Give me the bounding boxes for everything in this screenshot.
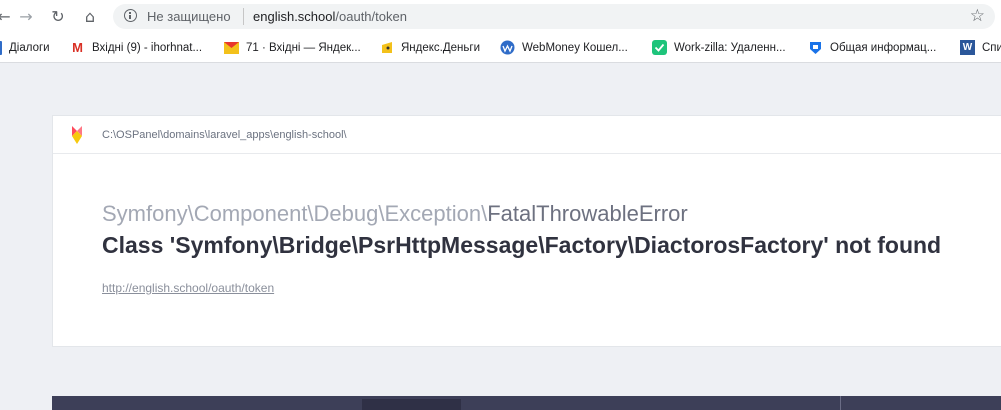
security-indicator[interactable]: Не защищено	[147, 9, 231, 24]
bookmark-general-info[interactable]: Общая информац...	[808, 33, 936, 62]
exception-class: Symfony\Component\Debug\Exception\FatalT…	[102, 201, 688, 227]
browser-toolbar: ← → ↻ ⌂ Не защищено english.school/oauth…	[0, 0, 1001, 33]
bookmark-word[interactable]: W Спи	[960, 33, 1001, 62]
reload-button[interactable]: ↻	[48, 6, 68, 26]
gmail-icon: M	[72, 40, 83, 55]
omnibox-divider	[243, 8, 244, 25]
stack-trace-panel	[52, 396, 1001, 410]
panel-divider	[840, 396, 841, 410]
ignition-logo-icon	[70, 125, 84, 145]
chat-icon	[0, 40, 2, 55]
bookmark-yandex-money[interactable]: Яндекс.Деньги	[379, 33, 480, 62]
forward-button[interactable]: →	[16, 6, 36, 26]
shield-icon	[808, 40, 823, 55]
bookmark-yandex-mail[interactable]: 71 · Вхідні — Яндек...	[224, 33, 361, 62]
bookmark-gmail[interactable]: M Вхідні (9) - ihorhnat...	[70, 33, 202, 62]
info-icon[interactable]	[124, 9, 137, 22]
bookmark-label: Спи	[982, 41, 1001, 54]
error-card: C:\OSPanel\domains\laravel_apps\english-…	[52, 115, 1001, 347]
webmoney-icon	[500, 40, 515, 55]
word-icon: W	[960, 40, 975, 55]
address-bar[interactable]: Не защищено english.school/oauth/token ☆	[113, 4, 995, 29]
stack-trace-tab[interactable]	[362, 399, 461, 410]
bookmark-label: Work-zilla: Удаленн...	[674, 41, 786, 54]
bookmark-label: Яндекс.Деньги	[401, 41, 481, 54]
yandex-money-icon	[379, 40, 394, 55]
error-card-header: C:\OSPanel\domains\laravel_apps\english-…	[53, 116, 1001, 154]
home-button[interactable]: ⌂	[80, 6, 100, 26]
bookmarks-bar: Діалоги M Вхідні (9) - ihorhnat... 71 · …	[0, 33, 1001, 63]
bookmark-label: WebMoney Кошел...	[522, 41, 628, 54]
bookmark-label: Діалоги	[9, 41, 50, 54]
request-url-link[interactable]: http://english.school/oauth/token	[102, 281, 274, 295]
project-path: C:\OSPanel\domains\laravel_apps\english-…	[102, 129, 347, 141]
bookmark-webmoney[interactable]: WebMoney Кошел...	[500, 33, 628, 62]
url-host: english.school	[253, 9, 336, 24]
workzilla-icon	[652, 40, 667, 55]
bookmark-label: Общая информац...	[830, 41, 937, 54]
exception-name: FatalThrowableError	[487, 201, 688, 226]
exception-message: Class 'Symfony\Bridge\PsrHttpMessage\Fac…	[102, 232, 942, 258]
bookmark-dialogs[interactable]: Діалоги	[0, 33, 50, 62]
back-button[interactable]: ←	[0, 6, 14, 26]
exception-namespace: Symfony\Component\Debug\Exception\	[102, 201, 488, 226]
bookmark-label: Вхідні (9) - ihorhnat...	[92, 41, 203, 54]
yandex-mail-icon	[224, 40, 239, 55]
star-icon[interactable]: ☆	[970, 6, 985, 26]
url-path: /oauth/token	[335, 9, 407, 24]
url-text[interactable]: english.school/oauth/token	[253, 9, 407, 24]
bookmark-workzilla[interactable]: Work-zilla: Удаленн...	[652, 33, 786, 62]
bookmark-label: 71 · Вхідні — Яндек...	[246, 41, 361, 54]
